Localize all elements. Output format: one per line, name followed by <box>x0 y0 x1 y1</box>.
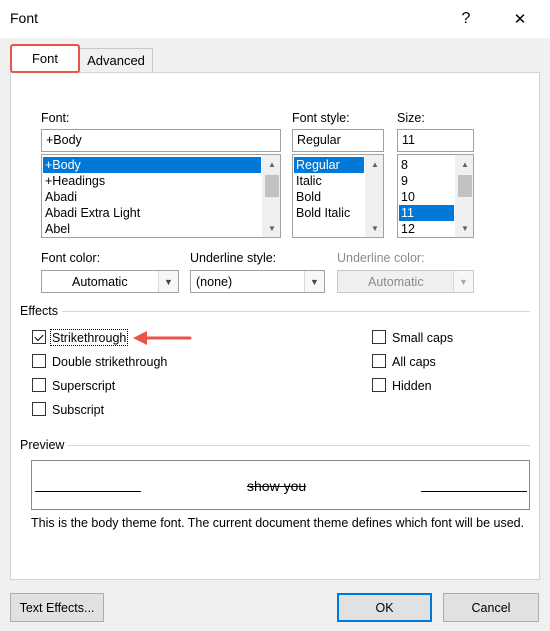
font-dialog: Font ? ✕ Advanced Font Font: +Body +Body… <box>0 0 550 631</box>
chevron-down-icon: ▼ <box>453 271 473 292</box>
list-item[interactable]: Abadi <box>43 189 261 205</box>
text-effects-button[interactable]: Text Effects... <box>10 593 104 622</box>
superscript-checkbox[interactable] <box>32 378 46 392</box>
list-item[interactable]: Bold <box>294 189 364 205</box>
font-color-value: Automatic <box>72 274 128 289</box>
font-style-list[interactable]: Regular Italic Bold Bold Italic ▲ ▼ <box>292 154 384 238</box>
list-item[interactable]: 11 <box>399 205 454 221</box>
size-list-scrollbar[interactable]: ▲ ▼ <box>455 155 473 237</box>
scroll-thumb[interactable] <box>458 175 472 197</box>
scroll-down-icon[interactable]: ▼ <box>263 220 280 236</box>
list-item[interactable]: 8 <box>399 157 454 173</box>
font-color-select[interactable]: Automatic ▼ <box>41 270 179 293</box>
all-caps-checkbox[interactable] <box>372 354 386 368</box>
size-label: Size: <box>397 111 425 125</box>
preview-baseline-left <box>35 491 141 492</box>
underline-color-select: Automatic ▼ <box>337 270 474 293</box>
tab-font-label: Font <box>31 51 58 66</box>
underline-style-select[interactable]: (none) ▼ <box>190 270 325 293</box>
list-item[interactable]: +Headings <box>43 173 261 189</box>
font-style-input[interactable]: Regular <box>292 129 384 152</box>
list-item[interactable]: Abel <box>43 221 261 237</box>
small-caps-label[interactable]: Small caps <box>392 331 453 345</box>
scroll-up-icon[interactable]: ▲ <box>366 156 383 172</box>
scroll-up-icon[interactable]: ▲ <box>263 156 280 172</box>
all-caps-label[interactable]: All caps <box>392 355 436 369</box>
close-button[interactable]: ✕ <box>500 4 540 34</box>
strikethrough-label[interactable]: Strikethrough <box>52 331 126 345</box>
size-list[interactable]: 8 9 10 11 12 ▲ ▼ <box>397 154 474 238</box>
preview-box: show you <box>31 460 530 510</box>
preview-note: This is the body theme font. The current… <box>31 516 525 530</box>
effects-group-label: Effects <box>20 304 58 318</box>
scroll-down-icon[interactable]: ▼ <box>456 220 473 236</box>
annotation-arrow-icon <box>133 331 192 345</box>
list-item[interactable]: Italic <box>294 173 364 189</box>
help-button[interactable]: ? <box>446 4 486 34</box>
font-list[interactable]: +Body +Headings Abadi Abadi Extra Light … <box>41 154 281 238</box>
ok-button[interactable]: OK <box>337 593 432 622</box>
preview-sample-text: show you <box>247 478 307 494</box>
title-bar: Font ? ✕ <box>0 0 550 38</box>
strikethrough-checkbox[interactable] <box>32 330 46 344</box>
hidden-label[interactable]: Hidden <box>392 379 432 393</box>
list-item[interactable]: 9 <box>399 173 454 189</box>
preview-baseline-right <box>421 491 527 492</box>
cancel-button[interactable]: Cancel <box>443 593 539 622</box>
tab-font[interactable]: Font <box>10 44 80 73</box>
font-style-scrollbar[interactable]: ▲ ▼ <box>365 155 383 237</box>
font-list-scrollbar[interactable]: ▲ ▼ <box>262 155 280 237</box>
underline-style-value: (none) <box>196 274 233 289</box>
list-item[interactable]: 10 <box>399 189 454 205</box>
small-caps-checkbox[interactable] <box>372 330 386 344</box>
font-name-input[interactable]: +Body <box>41 129 281 152</box>
font-style-label: Font style: <box>292 111 350 125</box>
hidden-checkbox[interactable] <box>372 378 386 392</box>
font-label: Font: <box>41 111 70 125</box>
checkmark-icon <box>34 331 44 342</box>
double-strikethrough-checkbox[interactable] <box>32 354 46 368</box>
tab-advanced[interactable]: Advanced <box>79 48 153 72</box>
list-item[interactable]: 12 <box>399 221 454 237</box>
effects-divider <box>62 311 530 312</box>
close-icon: ✕ <box>513 11 527 28</box>
list-item[interactable]: +Body <box>43 157 261 173</box>
dialog-title: Font <box>10 10 39 26</box>
underline-style-label: Underline style: <box>190 251 277 265</box>
list-item[interactable]: Bold Italic <box>294 205 364 221</box>
list-item[interactable]: Abadi Extra Light <box>43 205 261 221</box>
double-strikethrough-label[interactable]: Double strikethrough <box>52 355 167 369</box>
list-item[interactable]: Regular <box>294 157 364 173</box>
help-icon: ? <box>461 10 471 27</box>
size-input[interactable]: 11 <box>397 129 474 152</box>
scroll-thumb[interactable] <box>265 175 279 197</box>
scroll-down-icon[interactable]: ▼ <box>366 220 383 236</box>
preview-group-label: Preview <box>20 438 65 452</box>
chevron-down-icon[interactable]: ▼ <box>304 271 324 292</box>
preview-divider <box>68 445 530 446</box>
tab-advanced-label: Advanced <box>87 53 145 68</box>
font-color-label: Font color: <box>41 251 101 265</box>
scroll-up-icon[interactable]: ▲ <box>456 156 473 172</box>
subscript-checkbox[interactable] <box>32 402 46 416</box>
chevron-down-icon[interactable]: ▼ <box>158 271 178 292</box>
underline-color-label: Underline color: <box>337 251 425 265</box>
subscript-label[interactable]: Subscript <box>52 403 104 417</box>
underline-color-value: Automatic <box>368 274 424 289</box>
superscript-label[interactable]: Superscript <box>52 379 115 393</box>
